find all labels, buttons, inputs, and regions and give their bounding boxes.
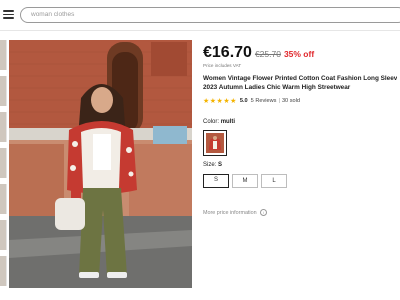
color-label-text: Color:	[203, 119, 220, 125]
color-value: multi	[220, 119, 236, 125]
price-row: €16.70 €25.70 35% off	[203, 44, 314, 62]
discount-badge: 35% off	[283, 49, 315, 59]
product-title-line: Women Vintage Flower Printed Cotton Coat…	[203, 75, 397, 82]
sold-count: 30 sold	[281, 97, 300, 104]
size-label: Size: S	[203, 162, 222, 168]
hamburger-menu-icon[interactable]	[2, 8, 15, 21]
thumbnail[interactable]	[0, 256, 7, 286]
vat-note: Price includes VAT	[203, 63, 242, 68]
size-option-s[interactable]: S	[203, 174, 229, 188]
size-option-m[interactable]: M	[232, 174, 258, 188]
rating-row[interactable]: ★★★★★ 5.0 5 Reviews | 30 sold	[203, 96, 300, 105]
top-bar	[0, 0, 400, 31]
star-rating-icon: ★★★★★	[203, 97, 237, 105]
original-price: €25.70	[254, 49, 281, 59]
size-options: S M L	[203, 174, 290, 188]
current-price: €16.70	[203, 44, 252, 61]
size-label-text: Size:	[203, 162, 217, 168]
info-circle-icon[interactable]: i	[260, 209, 268, 216]
search-input[interactable]	[31, 11, 331, 18]
product-title-line: 2023 Autumn Ladies Chic Warm High Street…	[203, 84, 351, 92]
product-image[interactable]	[9, 40, 192, 288]
thumbnail[interactable]	[0, 220, 7, 250]
more-price-info-link[interactable]: More price information i	[203, 209, 268, 216]
thumbnail[interactable]	[0, 112, 7, 142]
rating-score: 5.0	[239, 97, 248, 104]
thumbnail[interactable]	[0, 40, 7, 70]
divider: |	[278, 97, 280, 104]
thumbnail-strip	[0, 40, 7, 286]
color-swatch-multi[interactable]	[203, 130, 227, 156]
thumbnail[interactable]	[0, 148, 7, 178]
more-price-info-label: More price information	[203, 209, 257, 216]
search-bar[interactable]	[20, 7, 400, 23]
color-label: Color: multi	[203, 119, 235, 125]
thumbnail[interactable]	[0, 76, 7, 106]
thumbnail[interactable]	[0, 184, 7, 214]
size-option-l[interactable]: L	[261, 174, 287, 188]
product-title: Women Vintage Flower Printed Cotton Coat…	[203, 74, 397, 93]
reviews-link[interactable]: 5 Reviews	[251, 98, 277, 104]
size-value: S	[218, 162, 223, 168]
